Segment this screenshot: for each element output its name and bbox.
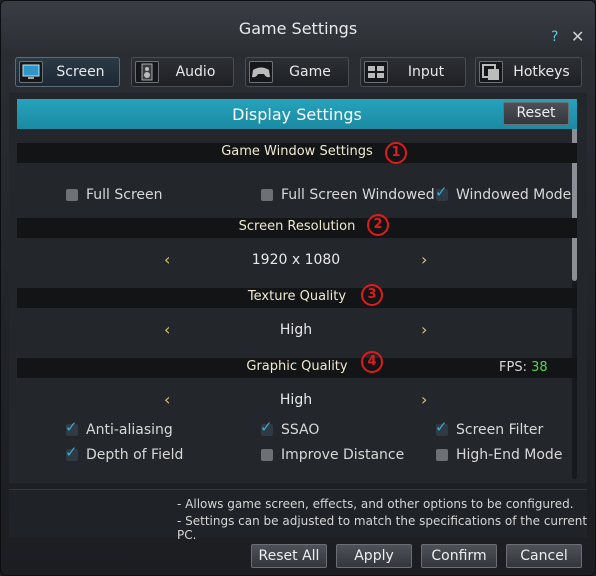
section-texture-quality: Texture Quality bbox=[17, 288, 577, 308]
checkmark-icon: ✓ bbox=[65, 443, 78, 461]
title-bar: Game Settings ? ✕ bbox=[1, 1, 595, 53]
checkbox-label: Windowed Mode bbox=[456, 187, 572, 203]
tab-audio[interactable]: Audio bbox=[131, 57, 234, 87]
tab-input[interactable]: Input bbox=[360, 57, 466, 87]
section-screen-resolution: Screen Resolution bbox=[17, 218, 577, 238]
game-settings-window: Game Settings ? ✕ Screen Audio Game Inpu… bbox=[0, 0, 596, 576]
texture-value: High bbox=[279, 322, 313, 338]
tab-hotkeys[interactable]: Hotkeys bbox=[475, 57, 582, 87]
speaker-icon bbox=[135, 61, 159, 83]
help-button[interactable]: ? bbox=[551, 29, 558, 45]
reset-all-button[interactable]: Reset All bbox=[251, 544, 327, 568]
checkbox-label: Anti-aliasing bbox=[86, 422, 173, 438]
checkbox-label: Improve Distance bbox=[281, 447, 405, 463]
checkmark-icon: ✓ bbox=[260, 418, 273, 436]
right-arrow-icon[interactable]: › bbox=[421, 390, 427, 409]
checkbox-label: Full Screen Windowed bbox=[281, 187, 435, 203]
resolution-value: 1920 x 1080 bbox=[251, 252, 341, 268]
checkbox-label: Screen Filter bbox=[456, 422, 544, 438]
window-title: Game Settings bbox=[238, 19, 358, 38]
tab-label: Audio bbox=[175, 64, 216, 80]
scrollbar-thumb[interactable] bbox=[572, 103, 577, 281]
left-arrow-icon[interactable]: ‹ bbox=[164, 320, 170, 339]
tab-label: Screen bbox=[56, 64, 105, 80]
hotkeys-icon bbox=[479, 61, 503, 83]
fps-value: 38 bbox=[531, 360, 548, 375]
checkbox-box[interactable] bbox=[66, 189, 78, 201]
section-title: Screen Resolution bbox=[238, 219, 356, 234]
display-settings-header: Display Settings Reset bbox=[17, 99, 577, 129]
checkbox-label: Full Screen bbox=[86, 187, 163, 203]
tab-label: Input bbox=[407, 64, 445, 80]
tab-screen[interactable]: Screen bbox=[15, 57, 120, 87]
right-arrow-icon[interactable]: › bbox=[421, 320, 427, 339]
tab-label: Game bbox=[289, 64, 331, 80]
section-graphic-quality: Graphic Quality bbox=[17, 358, 577, 378]
checkbox-box[interactable] bbox=[261, 189, 273, 201]
checkbox-label: SSAO bbox=[281, 422, 320, 438]
section-title: Graphic Quality bbox=[246, 359, 348, 374]
tab-game[interactable]: Game bbox=[245, 57, 349, 87]
confirm-button[interactable]: Confirm bbox=[421, 544, 497, 568]
checkbox-box[interactable] bbox=[261, 449, 273, 461]
fps-counter: FPS: 38 bbox=[499, 360, 548, 375]
annotation-badge: 2 bbox=[367, 214, 389, 236]
checkbox-label: Depth of Field bbox=[86, 447, 184, 463]
section-title: Texture Quality bbox=[247, 289, 347, 304]
checkmark-icon: ✓ bbox=[435, 418, 448, 436]
gamepad-icon bbox=[249, 61, 273, 83]
left-arrow-icon[interactable]: ‹ bbox=[164, 250, 170, 269]
keyboard-icon bbox=[364, 61, 388, 83]
close-button[interactable]: ✕ bbox=[571, 27, 584, 46]
graphic-value: High bbox=[279, 392, 313, 408]
section-title: Game Window Settings bbox=[221, 144, 373, 159]
checkmark-icon: ✓ bbox=[65, 418, 78, 436]
checkbox-label: High-End Mode bbox=[456, 447, 563, 463]
checkmark-icon: ✓ bbox=[435, 183, 448, 201]
section-game-window: Game Window Settings bbox=[17, 143, 577, 163]
apply-button[interactable]: Apply bbox=[336, 544, 412, 568]
cancel-button[interactable]: Cancel bbox=[506, 544, 582, 568]
monitor-icon bbox=[19, 61, 43, 83]
display-settings-title: Display Settings bbox=[232, 105, 362, 124]
reset-button[interactable]: Reset bbox=[503, 102, 569, 125]
tab-label: Hotkeys bbox=[513, 64, 570, 80]
info-line: - Allows game screen, effects, and other… bbox=[177, 497, 574, 511]
annotation-badge: 1 bbox=[385, 142, 407, 164]
annotation-badge: 4 bbox=[361, 351, 383, 373]
checkbox-box[interactable] bbox=[436, 449, 448, 461]
right-arrow-icon[interactable]: › bbox=[421, 250, 427, 269]
annotation-badge: 3 bbox=[361, 284, 383, 306]
info-line: - Settings can be adjusted to match the … bbox=[177, 514, 588, 542]
left-arrow-icon[interactable]: ‹ bbox=[164, 390, 170, 409]
fps-label: FPS: bbox=[499, 360, 527, 375]
